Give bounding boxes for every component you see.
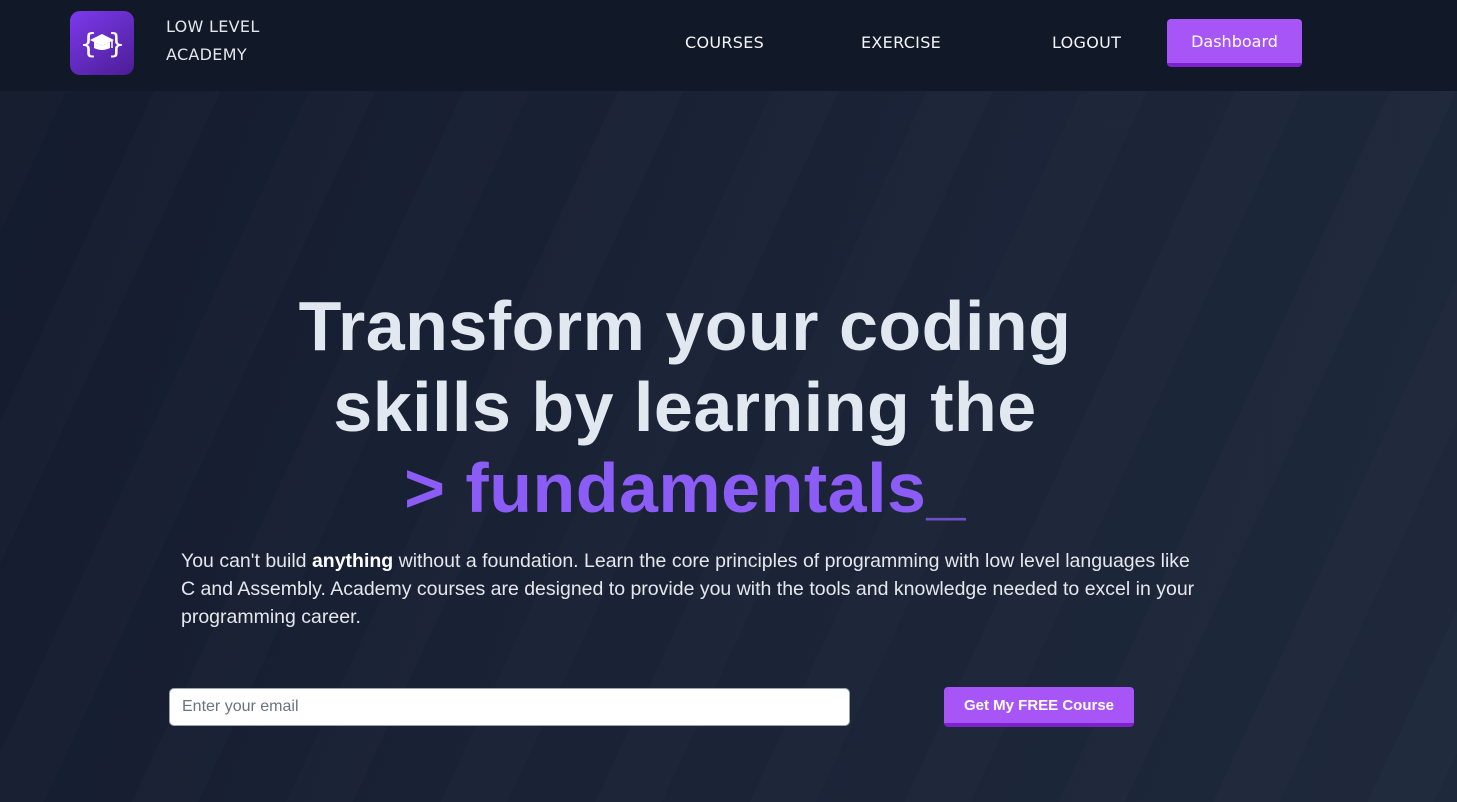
- brand-line-1: LOW LEVEL: [166, 17, 260, 36]
- hero-headline: Transform your coding skills by learning…: [185, 286, 1185, 529]
- brand-line-2: ACADEMY: [166, 45, 247, 64]
- description-intro: You can't build: [181, 550, 312, 572]
- graduation-cap-braces-icon: { }: [80, 27, 125, 60]
- headline-line-2: skills by learning the: [333, 368, 1037, 446]
- headline-line-1: Transform your coding: [298, 287, 1072, 365]
- hero-description: You can't build anything without a found…: [181, 547, 1201, 631]
- get-free-course-button[interactable]: Get My FREE Course: [944, 687, 1134, 727]
- description-emphasis: anything: [311, 550, 394, 572]
- headline-line-3: > fundamentals_: [185, 448, 1185, 529]
- headline-cursor: _: [926, 449, 966, 527]
- dashboard-button[interactable]: Dashboard: [1167, 19, 1302, 67]
- brand-name[interactable]: LOW LEVEL ACADEMY: [166, 13, 260, 69]
- nav-link-exercise[interactable]: EXERCISE: [861, 33, 941, 52]
- logo[interactable]: { }: [70, 11, 134, 75]
- svg-text:}: }: [108, 27, 125, 60]
- headline-accent: > fundamentals: [404, 449, 927, 527]
- hero-section: Transform your coding skills by learning…: [0, 91, 1457, 802]
- nav-link-logout[interactable]: LOGOUT: [1052, 33, 1121, 52]
- top-navbar: { } LOW LEVEL ACADEMY COURSES EXERCISE L…: [0, 0, 1457, 91]
- email-input[interactable]: [169, 688, 850, 726]
- nav-link-courses[interactable]: COURSES: [685, 33, 764, 52]
